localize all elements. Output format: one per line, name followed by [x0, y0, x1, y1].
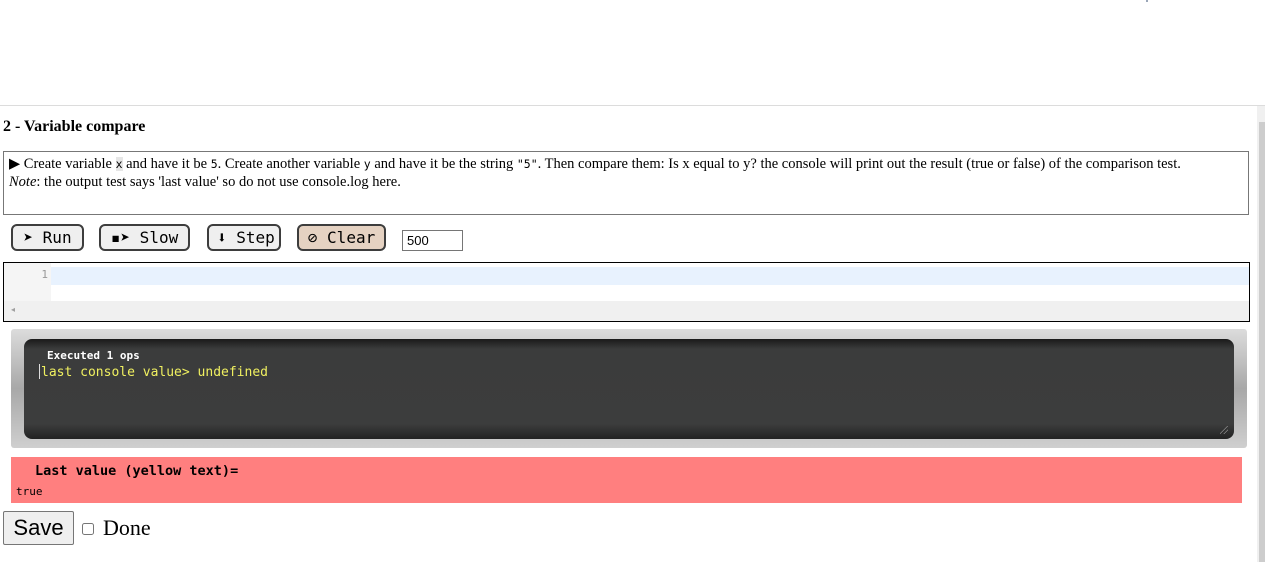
tiny-marker	[1146, 0, 1148, 2]
note-text: : the output test says 'last value' so d…	[36, 174, 401, 190]
console-output[interactable]: Executed 1 ops last console value> undef…	[24, 339, 1234, 439]
instructions-text-3: . Create another variable	[217, 156, 364, 172]
disclosure-triangle-icon[interactable]: ▶	[9, 156, 20, 172]
expected-value: true	[16, 485, 43, 498]
active-code-line[interactable]	[51, 267, 1249, 285]
line-gutter: 1	[4, 263, 51, 301]
code-var-y: y	[363, 157, 371, 171]
instructions-text-5: . Then compare them: Is x equal to y? th…	[537, 156, 1181, 172]
instructions-text-4: and have it be the string	[370, 156, 517, 172]
note-label: Note	[9, 174, 37, 190]
run-button[interactable]: ➤ Run	[11, 224, 84, 251]
code-value-5: 5	[210, 157, 218, 171]
resize-grip-icon[interactable]	[1220, 426, 1228, 434]
text-cursor	[39, 364, 40, 379]
exercise-title: 2 - Variable compare	[3, 118, 146, 135]
step-button[interactable]: ⬇ Step	[207, 224, 281, 251]
code-editor[interactable]: 1 ◂	[3, 262, 1250, 322]
scroll-left-arrow-icon[interactable]: ◂	[11, 305, 15, 314]
scrollbar-thumb[interactable]	[1259, 122, 1265, 562]
code-var-x: x	[115, 157, 123, 171]
horizontal-scrollbar[interactable]: ◂	[4, 301, 1249, 321]
slow-button[interactable]: ▪➤ Slow	[99, 224, 190, 251]
done-label: Done	[103, 515, 151, 540]
console-line: last console value> undefined	[39, 364, 268, 380]
line-number: 1	[41, 268, 48, 281]
speed-input[interactable]	[402, 230, 463, 251]
clear-button[interactable]: ⊘ Clear	[297, 224, 386, 251]
console-value: undefined	[197, 365, 268, 380]
expected-label: Last value (yellow text)=	[35, 463, 239, 479]
instructions-text-1: Create variable	[23, 156, 116, 172]
done-checkbox[interactable]	[82, 523, 94, 535]
code-string-5: "5"	[516, 157, 538, 171]
save-button[interactable]: Save	[3, 511, 74, 545]
instructions-text-2: and have it be	[122, 156, 211, 172]
expected-result-panel: Last value (yellow text)= true	[11, 457, 1242, 503]
console-prefix: last console value>	[41, 365, 198, 380]
instructions-box[interactable]: ▶ Create variable x and have it be 5. Cr…	[3, 151, 1249, 215]
top-blank-area	[0, 0, 1265, 106]
console-frame: Executed 1 ops last console value> undef…	[11, 329, 1247, 448]
executed-ops-status: Executed 1 ops	[47, 349, 140, 362]
